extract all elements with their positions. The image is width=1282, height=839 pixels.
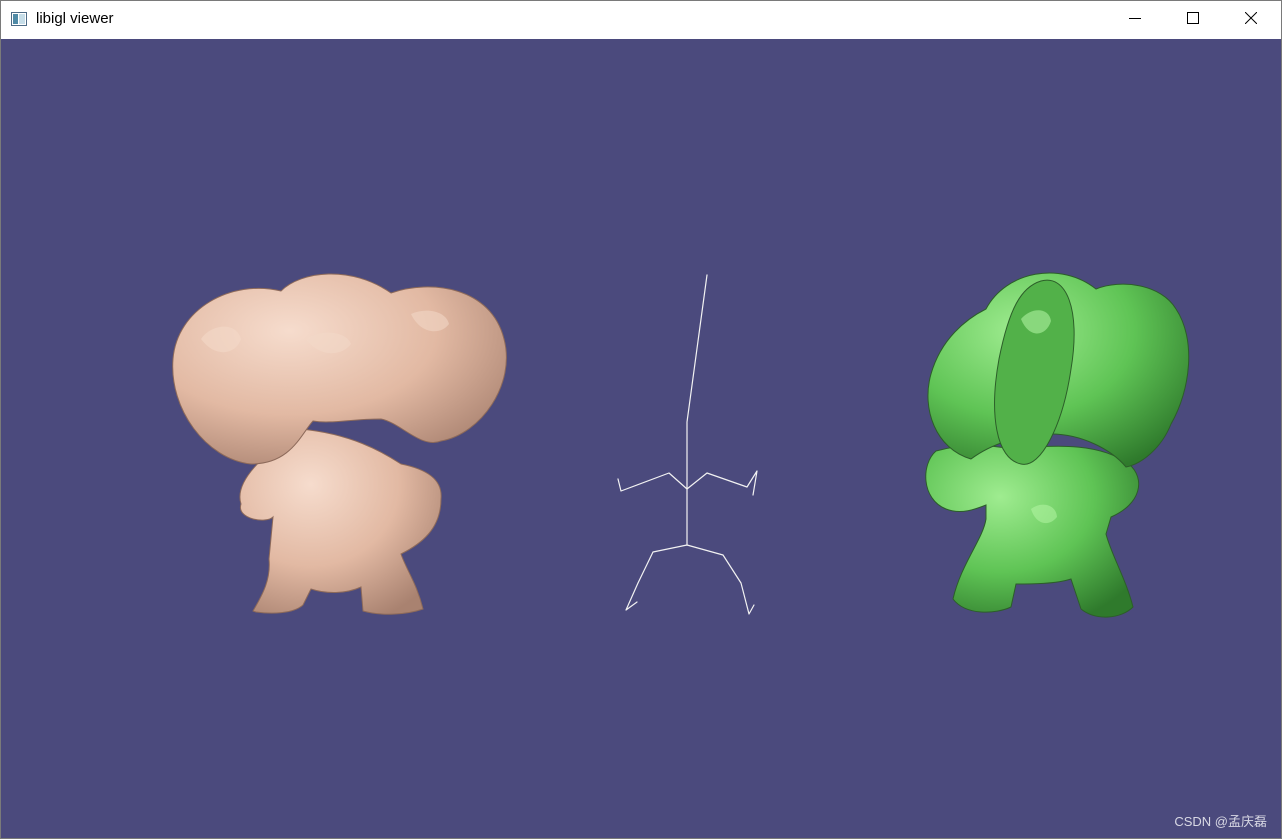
close-button[interactable] (1222, 1, 1280, 38)
maximize-icon (1187, 11, 1199, 29)
minimize-icon (1129, 11, 1141, 29)
3d-viewport[interactable] (1, 39, 1281, 838)
maximize-button[interactable] (1164, 1, 1222, 38)
app-window-icon (11, 12, 27, 26)
minimize-button[interactable] (1106, 1, 1164, 38)
libigl-viewer-window: libigl viewer CSDN @孟庆磊 (0, 0, 1282, 839)
close-icon (1244, 11, 1258, 29)
window-title: libigl viewer (36, 10, 114, 27)
title-bar[interactable]: libigl viewer (1, 1, 1281, 38)
watermark-text: CSDN @孟庆磊 (1174, 814, 1267, 829)
scene-canvas[interactable] (1, 39, 1281, 838)
